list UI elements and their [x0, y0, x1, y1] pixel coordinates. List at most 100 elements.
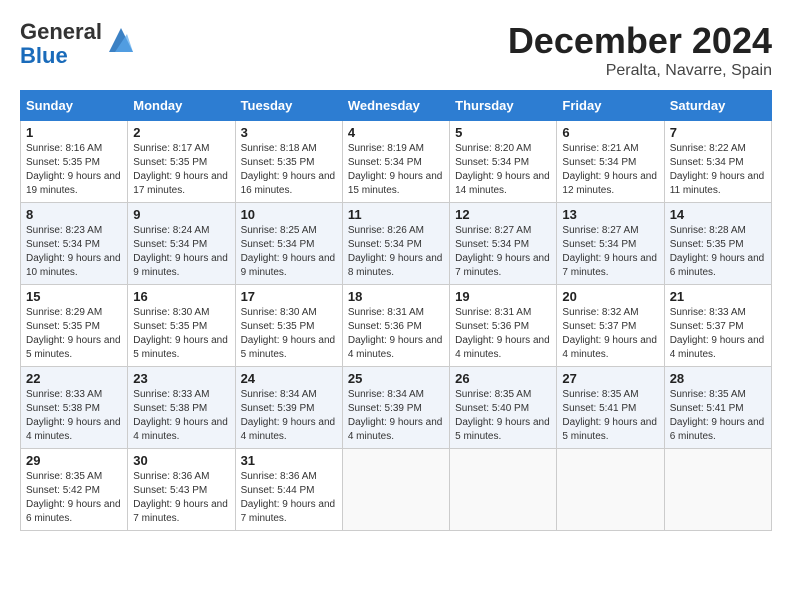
header-sunday: Sunday	[21, 91, 128, 121]
header-wednesday: Wednesday	[342, 91, 449, 121]
calendar-cell: 17 Sunrise: 8:30 AMSunset: 5:35 PMDaylig…	[235, 285, 342, 367]
calendar-cell: 5 Sunrise: 8:20 AMSunset: 5:34 PMDayligh…	[450, 121, 557, 203]
calendar-cell: 19 Sunrise: 8:31 AMSunset: 5:36 PMDaylig…	[450, 285, 557, 367]
cell-info: Sunrise: 8:33 AMSunset: 5:37 PMDaylight:…	[670, 307, 765, 360]
logo-blue: Blue	[20, 43, 68, 68]
day-number: 5	[455, 125, 551, 140]
cell-info: Sunrise: 8:27 AMSunset: 5:34 PMDaylight:…	[455, 225, 550, 278]
calendar-cell: 24 Sunrise: 8:34 AMSunset: 5:39 PMDaylig…	[235, 367, 342, 449]
calendar-week-row: 22 Sunrise: 8:33 AMSunset: 5:38 PMDaylig…	[21, 367, 772, 449]
cell-info: Sunrise: 8:24 AMSunset: 5:34 PMDaylight:…	[133, 225, 228, 278]
day-number: 12	[455, 207, 551, 222]
calendar-cell	[342, 449, 449, 531]
logo: General Blue	[20, 20, 137, 68]
header-tuesday: Tuesday	[235, 91, 342, 121]
cell-info: Sunrise: 8:32 AMSunset: 5:37 PMDaylight:…	[562, 307, 657, 360]
cell-info: Sunrise: 8:36 AMSunset: 5:43 PMDaylight:…	[133, 471, 228, 524]
calendar-week-row: 1 Sunrise: 8:16 AMSunset: 5:35 PMDayligh…	[21, 121, 772, 203]
cell-info: Sunrise: 8:34 AMSunset: 5:39 PMDaylight:…	[348, 389, 443, 442]
calendar-cell: 8 Sunrise: 8:23 AMSunset: 5:34 PMDayligh…	[21, 203, 128, 285]
cell-info: Sunrise: 8:26 AMSunset: 5:34 PMDaylight:…	[348, 225, 443, 278]
header-monday: Monday	[128, 91, 235, 121]
cell-info: Sunrise: 8:19 AMSunset: 5:34 PMDaylight:…	[348, 143, 443, 196]
day-number: 28	[670, 371, 766, 386]
location: Peralta, Navarre, Spain	[508, 62, 772, 80]
day-number: 9	[133, 207, 229, 222]
calendar-header-row: SundayMondayTuesdayWednesdayThursdayFrid…	[21, 91, 772, 121]
calendar-cell: 2 Sunrise: 8:17 AMSunset: 5:35 PMDayligh…	[128, 121, 235, 203]
cell-info: Sunrise: 8:18 AMSunset: 5:35 PMDaylight:…	[241, 143, 336, 196]
day-number: 18	[348, 289, 444, 304]
day-number: 2	[133, 125, 229, 140]
day-number: 23	[133, 371, 229, 386]
calendar-cell: 10 Sunrise: 8:25 AMSunset: 5:34 PMDaylig…	[235, 203, 342, 285]
calendar-cell: 12 Sunrise: 8:27 AMSunset: 5:34 PMDaylig…	[450, 203, 557, 285]
cell-info: Sunrise: 8:31 AMSunset: 5:36 PMDaylight:…	[348, 307, 443, 360]
cell-info: Sunrise: 8:17 AMSunset: 5:35 PMDaylight:…	[133, 143, 228, 196]
calendar-cell: 20 Sunrise: 8:32 AMSunset: 5:37 PMDaylig…	[557, 285, 664, 367]
calendar-cell: 14 Sunrise: 8:28 AMSunset: 5:35 PMDaylig…	[664, 203, 771, 285]
day-number: 22	[26, 371, 122, 386]
month-title: December 2024	[508, 20, 772, 62]
calendar-week-row: 29 Sunrise: 8:35 AMSunset: 5:42 PMDaylig…	[21, 449, 772, 531]
calendar-cell	[450, 449, 557, 531]
day-number: 1	[26, 125, 122, 140]
header-thursday: Thursday	[450, 91, 557, 121]
day-number: 21	[670, 289, 766, 304]
calendar-cell: 16 Sunrise: 8:30 AMSunset: 5:35 PMDaylig…	[128, 285, 235, 367]
cell-info: Sunrise: 8:33 AMSunset: 5:38 PMDaylight:…	[133, 389, 228, 442]
cell-info: Sunrise: 8:35 AMSunset: 5:40 PMDaylight:…	[455, 389, 550, 442]
day-number: 3	[241, 125, 337, 140]
calendar-cell: 21 Sunrise: 8:33 AMSunset: 5:37 PMDaylig…	[664, 285, 771, 367]
calendar-cell: 1 Sunrise: 8:16 AMSunset: 5:35 PMDayligh…	[21, 121, 128, 203]
day-number: 7	[670, 125, 766, 140]
calendar-cell: 22 Sunrise: 8:33 AMSunset: 5:38 PMDaylig…	[21, 367, 128, 449]
calendar-cell: 9 Sunrise: 8:24 AMSunset: 5:34 PMDayligh…	[128, 203, 235, 285]
day-number: 27	[562, 371, 658, 386]
cell-info: Sunrise: 8:27 AMSunset: 5:34 PMDaylight:…	[562, 225, 657, 278]
day-number: 13	[562, 207, 658, 222]
cell-info: Sunrise: 8:25 AMSunset: 5:34 PMDaylight:…	[241, 225, 336, 278]
calendar-cell: 30 Sunrise: 8:36 AMSunset: 5:43 PMDaylig…	[128, 449, 235, 531]
cell-info: Sunrise: 8:22 AMSunset: 5:34 PMDaylight:…	[670, 143, 765, 196]
cell-info: Sunrise: 8:30 AMSunset: 5:35 PMDaylight:…	[133, 307, 228, 360]
day-number: 29	[26, 453, 122, 468]
calendar-cell: 6 Sunrise: 8:21 AMSunset: 5:34 PMDayligh…	[557, 121, 664, 203]
cell-info: Sunrise: 8:16 AMSunset: 5:35 PMDaylight:…	[26, 143, 121, 196]
cell-info: Sunrise: 8:36 AMSunset: 5:44 PMDaylight:…	[241, 471, 336, 524]
calendar-cell: 29 Sunrise: 8:35 AMSunset: 5:42 PMDaylig…	[21, 449, 128, 531]
calendar-week-row: 8 Sunrise: 8:23 AMSunset: 5:34 PMDayligh…	[21, 203, 772, 285]
cell-info: Sunrise: 8:35 AMSunset: 5:41 PMDaylight:…	[562, 389, 657, 442]
cell-info: Sunrise: 8:33 AMSunset: 5:38 PMDaylight:…	[26, 389, 121, 442]
day-number: 15	[26, 289, 122, 304]
calendar-cell	[557, 449, 664, 531]
cell-info: Sunrise: 8:20 AMSunset: 5:34 PMDaylight:…	[455, 143, 550, 196]
calendar-cell: 28 Sunrise: 8:35 AMSunset: 5:41 PMDaylig…	[664, 367, 771, 449]
page-header: General Blue December 2024 Peralta, Nava…	[20, 20, 772, 80]
day-number: 25	[348, 371, 444, 386]
calendar-cell: 11 Sunrise: 8:26 AMSunset: 5:34 PMDaylig…	[342, 203, 449, 285]
day-number: 26	[455, 371, 551, 386]
day-number: 8	[26, 207, 122, 222]
logo-icon	[105, 24, 137, 56]
day-number: 17	[241, 289, 337, 304]
day-number: 20	[562, 289, 658, 304]
calendar-cell: 7 Sunrise: 8:22 AMSunset: 5:34 PMDayligh…	[664, 121, 771, 203]
day-number: 24	[241, 371, 337, 386]
day-number: 30	[133, 453, 229, 468]
day-number: 10	[241, 207, 337, 222]
day-number: 11	[348, 207, 444, 222]
cell-info: Sunrise: 8:30 AMSunset: 5:35 PMDaylight:…	[241, 307, 336, 360]
cell-info: Sunrise: 8:34 AMSunset: 5:39 PMDaylight:…	[241, 389, 336, 442]
calendar-cell: 4 Sunrise: 8:19 AMSunset: 5:34 PMDayligh…	[342, 121, 449, 203]
header-saturday: Saturday	[664, 91, 771, 121]
day-number: 6	[562, 125, 658, 140]
calendar-cell: 27 Sunrise: 8:35 AMSunset: 5:41 PMDaylig…	[557, 367, 664, 449]
calendar-cell: 13 Sunrise: 8:27 AMSunset: 5:34 PMDaylig…	[557, 203, 664, 285]
cell-info: Sunrise: 8:29 AMSunset: 5:35 PMDaylight:…	[26, 307, 121, 360]
cell-info: Sunrise: 8:35 AMSunset: 5:41 PMDaylight:…	[670, 389, 765, 442]
title-area: December 2024 Peralta, Navarre, Spain	[508, 20, 772, 80]
cell-info: Sunrise: 8:23 AMSunset: 5:34 PMDaylight:…	[26, 225, 121, 278]
calendar-cell: 25 Sunrise: 8:34 AMSunset: 5:39 PMDaylig…	[342, 367, 449, 449]
calendar-cell: 3 Sunrise: 8:18 AMSunset: 5:35 PMDayligh…	[235, 121, 342, 203]
